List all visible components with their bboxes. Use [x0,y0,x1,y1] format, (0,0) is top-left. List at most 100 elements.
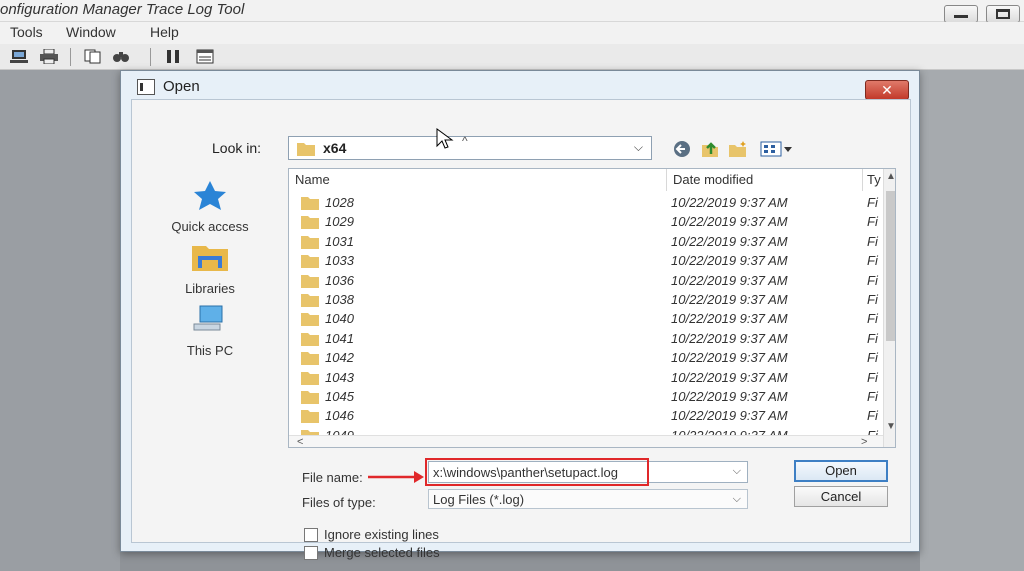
dialog-title: Open [163,78,200,95]
folder-icon [301,390,319,404]
computer-icon[interactable] [10,49,28,64]
file-row[interactable]: 1036 10/22/2019 9:37 AM Fi [289,271,883,290]
folder-icon [301,255,319,269]
file-row-date: 10/22/2019 9:37 AM [671,330,788,346]
file-row[interactable]: 1046 10/22/2019 9:37 AM Fi [289,406,883,425]
file-row[interactable]: 1040 10/22/2019 9:37 AM Fi [289,309,883,328]
scroll-down-icon[interactable]: ▼ [886,421,895,432]
workspace-left [0,70,120,571]
column-header-date-modified[interactable]: Date modified [667,169,863,191]
merge-selected-checkbox[interactable] [304,546,318,560]
file-row-date: 10/22/2019 9:37 AM [671,291,788,307]
place-label: Libraries [185,281,235,296]
file-row[interactable]: 1045 10/22/2019 9:37 AM Fi [289,387,883,406]
file-row[interactable]: 1042 10/22/2019 9:37 AM Fi [289,348,883,367]
file-row-date: 10/22/2019 9:37 AM [671,350,788,366]
column-header-name[interactable]: Name [289,169,667,191]
this-pc-icon [193,305,223,331]
folder-icon [301,332,319,346]
minimize-icon [954,15,968,18]
view-menu-icon[interactable] [760,140,794,158]
new-folder-icon[interactable] [728,140,748,158]
toolbar [0,44,1024,70]
file-row[interactable]: 1038 10/22/2019 9:37 AM Fi [289,290,883,309]
menu-bar: Tools Window Help [0,22,1024,44]
places-bar: Quick access Libraries This PC [142,170,278,410]
folder-icon [301,274,319,288]
open-button[interactable]: Open [794,460,888,482]
restore-icon [996,9,1010,19]
pause-icon[interactable] [164,49,182,64]
menu-tools[interactable]: Tools [10,24,43,40]
cancel-button[interactable]: Cancel [794,486,888,507]
file-row-date: 10/22/2019 9:37 AM [671,369,788,385]
vertical-scrollbar[interactable]: ▲ ▼ [883,169,895,447]
restore-button[interactable] [986,5,1020,23]
look-in-dropdown[interactable]: x64 ⌵ [288,136,652,160]
scroll-left-icon[interactable]: < [297,436,303,447]
app-title: onfiguration Manager Trace Log Tool [0,1,245,18]
print-icon[interactable] [40,49,58,64]
folder-icon [301,352,319,366]
file-row[interactable]: 1043 10/22/2019 9:37 AM Fi [289,368,883,387]
horizontal-scrollbar[interactable]: < > [289,435,883,447]
highlight-annotation [425,458,649,486]
chevron-down-icon: ⌵ [732,493,741,505]
file-row-type: Fi [867,214,878,230]
scroll-right-icon[interactable]: > [861,436,867,447]
file-row-date: 10/22/2019 9:37 AM [671,214,788,230]
file-row-name: 1042 [325,350,354,366]
file-row-name: 1036 [325,272,354,288]
file-row[interactable]: 1041 10/22/2019 9:37 AM Fi [289,329,883,348]
scroll-up-icon[interactable]: ▲ [886,171,895,182]
file-row[interactable]: 1033 10/22/2019 9:37 AM Fi [289,251,883,270]
back-arrow-icon[interactable] [672,140,692,158]
place-quick-access[interactable]: Quick access [142,180,278,234]
copy-icon[interactable] [84,49,102,64]
open-dialog: Open ✕ Look in: x64 ⌵ Quick access Libra… [120,70,920,560]
merge-selected-label: Merge selected files [324,545,440,560]
toolbar-separator [70,48,71,66]
chevron-down-icon: ⌵ [633,140,643,154]
folder-icon [301,197,319,210]
sort-ascending-icon: ^ [462,134,468,148]
file-row[interactable]: 1029 10/22/2019 9:37 AM Fi [289,212,883,231]
place-libraries[interactable]: Libraries [142,242,278,296]
file-row-date: 10/22/2019 9:37 AM [671,233,788,249]
file-row-type: Fi [867,330,878,346]
red-arrow-annotation [368,471,424,483]
file-row[interactable]: 1028 10/22/2019 9:37 AM Fi [289,193,883,212]
scrollbar-thumb[interactable] [886,191,895,341]
libraries-icon [192,246,228,271]
dialog-app-icon [137,79,155,95]
find-icon[interactable] [112,49,130,64]
file-row[interactable]: 1031 10/22/2019 9:37 AM Fi [289,232,883,251]
window-icon[interactable] [196,49,214,64]
file-row-type: Fi [867,369,878,385]
workspace-right [920,70,1024,571]
up-folder-icon[interactable] [700,140,720,158]
folder-icon [297,143,315,156]
file-row-type: Fi [867,408,878,424]
ignore-existing-label: Ignore existing lines [324,527,439,542]
place-label: This PC [186,343,234,358]
files-of-type-dropdown[interactable]: Log Files (*.log) ⌵ [428,489,748,509]
files-of-type-label: Files of type: [302,495,376,510]
ignore-existing-checkbox[interactable] [304,528,318,542]
file-row-name: 1046 [325,408,354,424]
folder-icon [301,235,319,249]
folder-icon [301,371,319,385]
file-row-name: 1040 [325,311,354,327]
menu-window[interactable]: Window [66,24,116,40]
star-icon [194,181,226,210]
column-header-type[interactable]: Ty [863,169,883,191]
chevron-down-icon[interactable]: ⌵ [733,465,741,478]
menu-help[interactable]: Help [150,24,179,40]
toolbar-separator [150,48,151,66]
close-button[interactable]: ✕ [865,80,909,100]
file-row-name: 1041 [325,330,354,346]
minimize-button[interactable] [944,5,978,23]
file-row-name: 1043 [325,369,354,385]
place-this-pc[interactable]: This PC [142,304,278,358]
file-row-type: Fi [867,272,878,288]
